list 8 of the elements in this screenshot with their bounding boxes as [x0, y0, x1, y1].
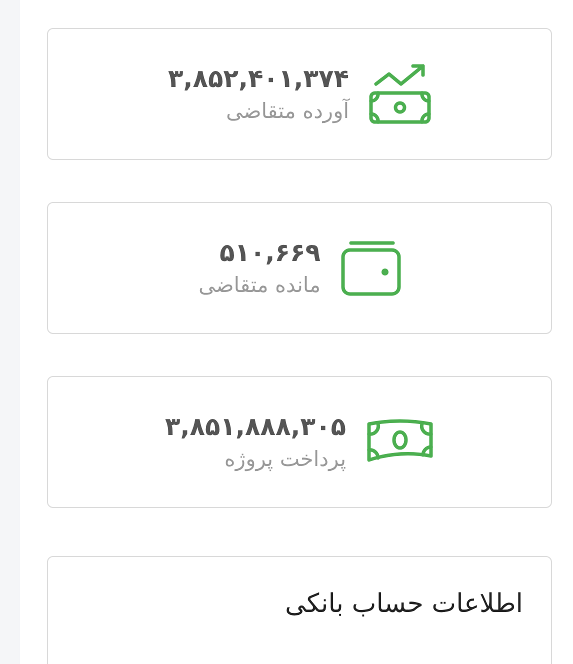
- stat-value: ۳,۸۵۲,۴۰۱,۳۷۴: [168, 66, 350, 91]
- stat-label: پرداخت پروژه: [224, 449, 346, 470]
- cash-trend-icon: [369, 62, 432, 126]
- stat-value: ۵۱۰,۶۶۹: [220, 240, 321, 265]
- stat-label: مانده متقاضی: [198, 275, 321, 296]
- stat-value: ۳,۸۵۱,۸۸۸,۳۰۵: [164, 414, 346, 439]
- bank-card-title: اطلاعات حساب بانکی: [285, 589, 523, 619]
- wallet-icon: [340, 240, 401, 296]
